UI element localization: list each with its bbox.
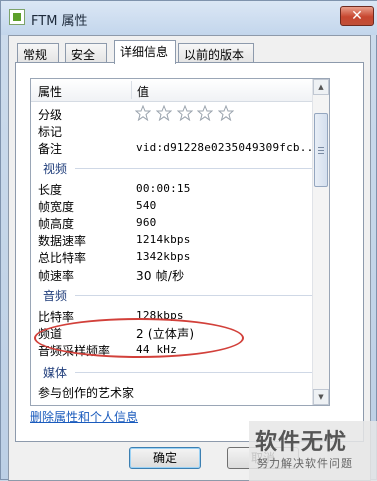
watermark-subtitle: 努力解决软件问题 <box>257 457 353 470</box>
scroll-thumb[interactable] <box>314 113 328 187</box>
grip-line <box>318 150 324 151</box>
property-value: 00:00:15 <box>136 182 191 195</box>
property-name: 标记 <box>38 125 63 139</box>
dialog-body: 常规 安全 详细信息 以前的版本 属性 值 分级 标记 备注 vid:d9122… <box>8 35 371 481</box>
property-value: 128kbps <box>136 309 184 322</box>
star-icon[interactable] <box>135 105 151 121</box>
property-value: 2 (立体声) <box>136 327 195 341</box>
property-name: 音频采样频率 <box>38 344 111 358</box>
property-name: 帧宽度 <box>38 200 75 214</box>
group-label: 音频 <box>43 289 68 303</box>
group-divider <box>75 372 323 373</box>
watermark: 软件无忧 努力解决软件问题 <box>249 421 377 481</box>
property-name: 数据速率 <box>38 234 87 248</box>
remove-properties-link[interactable]: 删除属性和个人信息 <box>30 408 138 425</box>
title-bar[interactable]: FTM 属性 ✕ <box>1 1 377 35</box>
list-item[interactable]: 分级 <box>31 105 329 122</box>
group-divider <box>75 168 323 169</box>
tab-details[interactable]: 详细信息 <box>114 40 176 64</box>
scroll-down-button[interactable]: ▼ <box>313 389 329 405</box>
property-name: 比特率 <box>38 310 75 324</box>
property-name: 帧速率 <box>38 269 75 283</box>
tab-general[interactable]: 常规 <box>17 43 59 63</box>
property-name: 长度 <box>38 183 63 197</box>
property-value: 1342kbps <box>136 250 191 263</box>
group-header-audio[interactable]: 音频 <box>31 286 329 303</box>
group-header-video[interactable]: 视频 <box>31 159 329 176</box>
column-header-property[interactable]: 属性 <box>38 83 62 100</box>
property-name: 频道 <box>38 327 63 341</box>
group-header-media[interactable]: 媒体 <box>31 363 329 380</box>
property-value: 44 kHz <box>136 343 177 356</box>
vertical-scrollbar[interactable]: ▲ ▼ <box>312 79 329 405</box>
list-header: 属性 值 <box>31 79 329 102</box>
window-title: FTM 属性 <box>31 14 88 29</box>
grip-line <box>318 147 324 148</box>
property-name: 分级 <box>38 108 63 122</box>
close-button[interactable]: ✕ <box>340 6 374 26</box>
ok-button[interactable]: 确定 <box>129 447 201 469</box>
column-header-value[interactable]: 值 <box>137 83 149 100</box>
list-item[interactable]: 音频采样频率 44 kHz <box>31 341 329 358</box>
group-divider <box>75 295 323 296</box>
watermark-title: 软件无忧 <box>255 430 348 455</box>
scroll-up-button[interactable]: ▲ <box>313 79 329 95</box>
rating-stars[interactable] <box>135 105 235 122</box>
column-separator[interactable] <box>131 81 132 99</box>
list-item[interactable]: 数据速率 1214kbps <box>31 231 329 248</box>
group-label: 视频 <box>43 162 68 176</box>
property-value: 540 <box>136 199 157 212</box>
properties-list[interactable]: 属性 值 分级 标记 备注 vid:d91228e0235049309fcb..… <box>30 78 330 406</box>
star-icon[interactable] <box>197 105 214 121</box>
star-icon[interactable] <box>155 105 172 121</box>
list-item[interactable]: 参与创作的艺术家 <box>31 383 329 400</box>
details-panel: 属性 值 分级 标记 备注 vid:d91228e0235049309fcb..… <box>15 62 364 442</box>
star-icon[interactable] <box>218 105 235 121</box>
tab-previous-versions[interactable]: 以前的版本 <box>178 43 254 63</box>
tab-security[interactable]: 安全 <box>65 43 107 63</box>
property-value: 960 <box>136 216 157 229</box>
property-name: 参与创作的艺术家 <box>38 386 135 400</box>
property-name: 帧高度 <box>38 217 75 231</box>
property-value: 30 帧/秒 <box>136 269 185 283</box>
list-item[interactable]: 备注 vid:d91228e0235049309fcb... <box>31 139 329 156</box>
file-type-icon <box>9 9 25 25</box>
property-name: 备注 <box>38 142 63 156</box>
property-value: 1214kbps <box>136 233 191 246</box>
list-item[interactable]: 比特率 128kbps <box>31 307 329 324</box>
list-item[interactable]: 长度 00:00:15 <box>31 180 329 197</box>
properties-window: FTM 属性 ✕ 常规 安全 详细信息 以前的版本 属性 值 分级 标记 备注 … <box>0 0 377 481</box>
group-label: 媒体 <box>43 366 68 380</box>
star-icon[interactable] <box>176 105 193 121</box>
property-name: 总比特率 <box>38 251 87 265</box>
list-item[interactable]: 总比特率 1342kbps <box>31 248 329 265</box>
list-item[interactable]: 帧宽度 540 <box>31 197 329 214</box>
list-item[interactable]: 频道 2 (立体声) <box>31 324 329 341</box>
grip-line <box>318 153 324 154</box>
property-value: vid:d91228e0235049309fcb... <box>136 141 321 154</box>
list-item[interactable]: 标记 <box>31 122 329 139</box>
list-item[interactable]: 帧高度 960 <box>31 214 329 231</box>
list-item-frame-rate[interactable]: 帧速率 30 帧/秒 <box>31 266 329 283</box>
